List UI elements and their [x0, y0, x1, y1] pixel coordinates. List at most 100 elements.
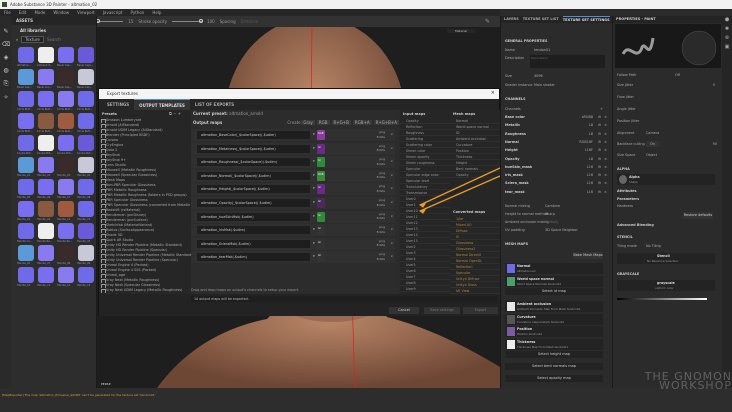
- tab-texture-set-list[interactable]: TEXTURE SET LIST: [523, 16, 559, 23]
- grayscale-card[interactable]: grayscale uniform color: [617, 280, 715, 291]
- channel-format[interactable]: L16: [587, 180, 593, 186]
- mesh-map-name: Position: [517, 327, 533, 331]
- channel-row[interactable]: Opacity L8 ⚙ ×: [505, 156, 609, 162]
- select-bent-map-button[interactable]: Select bent normals map: [505, 363, 603, 370]
- name-label: Name: [505, 48, 516, 52]
- mesh-map-source: Position tendon01: [517, 332, 543, 336]
- mesh-map-card[interactable]: Ambient occlusion Ambient Occlusion Map F…: [505, 301, 603, 312]
- channel-row[interactable]: Base color sRGB8 ⚙ ×: [505, 114, 609, 120]
- texture-set-name[interactable]: tendon01: [534, 47, 550, 53]
- normal-mixing-dropdown[interactable]: Combine: [545, 203, 560, 209]
- channel-row[interactable]: Sclera_mask L16 ⚙ ×: [505, 180, 609, 186]
- tiling-label: Tiling mode: [617, 244, 637, 248]
- size-dropdown[interactable]: 4096: [534, 73, 543, 79]
- mesh-map-card[interactable]: Normal altmation.exr: [505, 263, 603, 274]
- follow-path-toggle[interactable]: Off: [675, 72, 680, 78]
- select-height-map-button[interactable]: Select height map: [505, 351, 603, 358]
- hardness-label: Hardness: [617, 204, 633, 208]
- status-bar: [0, 388, 732, 412]
- alpha-label: ALPHA: [617, 167, 630, 171]
- remove-channel-icon[interactable]: ×: [604, 122, 607, 128]
- remove-channel-icon[interactable]: ×: [604, 114, 607, 120]
- attributes-section[interactable]: Attributes: [617, 189, 636, 193]
- channel-settings-icon[interactable]: ⚙: [598, 114, 601, 120]
- channel-row[interactable]: Roughness L8 ⚙ ×: [505, 131, 609, 137]
- mesh-map-card[interactable]: Thickness Thickness Map From Mesh tendon0…: [505, 338, 603, 350]
- channel-format[interactable]: RGB16F: [579, 139, 593, 145]
- add-channel-icon[interactable]: +: [600, 106, 603, 112]
- uv-padding-dropdown[interactable]: 3D Space Neighbor: [545, 227, 578, 233]
- channel-format[interactable]: L8: [589, 156, 593, 162]
- channel-settings-icon[interactable]: ⚙: [598, 147, 601, 153]
- h2n-dropdown[interactable]: Sharp: [545, 211, 555, 217]
- uv-padding-label: UV padding: [505, 228, 525, 232]
- remove-channel-icon[interactable]: ×: [604, 180, 607, 186]
- channel-row[interactable]: hueSkin_mask L16 ⚙ ×: [505, 164, 609, 170]
- channel-settings-icon[interactable]: ⚙: [598, 172, 601, 178]
- channel-format[interactable]: L16: [587, 172, 593, 178]
- restore-defaults-button[interactable]: Restore defaults: [683, 212, 713, 219]
- tab-layers[interactable]: LAYERS: [504, 16, 519, 23]
- remove-channel-icon[interactable]: ×: [604, 139, 607, 145]
- remove-channel-icon[interactable]: ×: [604, 156, 607, 162]
- mesh-map-thumbnail: [507, 264, 515, 273]
- channel-row[interactable]: Normal RGB16F ⚙ ×: [505, 139, 609, 145]
- remove-channel-icon[interactable]: ×: [604, 172, 607, 178]
- channel-row[interactable]: iris_mask L16 ⚙ ×: [505, 172, 609, 178]
- size-space-dropdown[interactable]: Object: [646, 152, 657, 158]
- channel-settings-icon[interactable]: ⚙: [598, 164, 601, 170]
- bake-mesh-maps-button[interactable]: Bake Mesh Maps: [573, 252, 603, 259]
- mesh-map-thumbnail: [507, 327, 515, 336]
- alpha-card[interactable]: Alpha Shape: [617, 174, 715, 185]
- channel-row[interactable]: tear_mask L16 ⚙ ×: [505, 189, 609, 195]
- channel-settings-icon[interactable]: ⚙: [598, 131, 601, 137]
- select-opacity-map-button[interactable]: Select opacity map: [505, 375, 603, 382]
- tiling-dropdown[interactable]: No Tiling: [646, 243, 661, 249]
- channel-settings-icon[interactable]: ⚙: [598, 189, 601, 195]
- shelf-icons[interactable]: ⬢ ✺ ⊗ ▣: [722, 16, 732, 52]
- channel-settings-icon[interactable]: ⚙: [598, 139, 601, 145]
- channel-row[interactable]: Metallic L8 ⚙ ×: [505, 122, 609, 128]
- advanced-blending-section[interactable]: Advanced Blending: [617, 223, 654, 227]
- channel-name: Height: [505, 148, 518, 153]
- channel-settings-icon[interactable]: ⚙: [598, 122, 601, 128]
- mesh-map-name: Thickness: [517, 339, 536, 344]
- mesh-map-source: Thickness Map From Mesh tendon01: [517, 344, 568, 349]
- parameters-section[interactable]: Parameters: [617, 197, 639, 201]
- shader-label: Shader instance: [505, 83, 533, 87]
- flow-jitter-label: Flow Jitter: [617, 95, 634, 99]
- ao-mixing-dropdown[interactable]: Multiply: [545, 219, 558, 225]
- channel-name: Base color: [505, 115, 525, 119]
- right-icon-strip: ⬢ ✺ ⊗ ▣: [722, 16, 732, 388]
- remove-channel-icon[interactable]: ×: [604, 147, 607, 153]
- backface-toggle[interactable]: On: [646, 141, 659, 147]
- remove-channel-icon[interactable]: ×: [604, 164, 607, 170]
- channel-row[interactable]: Height L16F ⚙ ×: [505, 147, 609, 153]
- channel-format[interactable]: L16: [587, 189, 593, 195]
- mesh-map-card[interactable]: Curvature Curvature (deprecated) tendon01: [505, 313, 603, 325]
- mesh-map-source: World Space Normals tendon01: [517, 281, 562, 286]
- channel-format[interactable]: sRGB8: [582, 114, 593, 120]
- stencil-card[interactable]: Stencil No Resource Selected: [617, 253, 715, 264]
- channel-format[interactable]: L16F: [585, 147, 593, 153]
- grayscale-slider[interactable]: [617, 298, 707, 300]
- select-id-map-button[interactable]: Select id map: [505, 288, 603, 295]
- position-jitter-label: Position Jitter: [617, 119, 640, 123]
- mesh-map-card[interactable]: Position Position tendon01: [505, 326, 603, 337]
- backface-value[interactable]: 90: [713, 141, 717, 147]
- channel-format[interactable]: L8: [589, 122, 593, 128]
- backface-label: Backface culling: [617, 142, 645, 146]
- description-field[interactable]: Description: [530, 55, 605, 68]
- channel-format[interactable]: L16: [587, 164, 593, 170]
- mesh-map-card[interactable]: World space normal World Space Normals te…: [505, 275, 603, 287]
- channel-format[interactable]: L8: [589, 131, 593, 137]
- remove-channel-icon[interactable]: ×: [604, 189, 607, 195]
- size-jitter-value[interactable]: 0: [713, 82, 715, 88]
- channel-settings-icon[interactable]: ⚙: [598, 180, 601, 186]
- shader-dropdown[interactable]: Main shader: [534, 82, 555, 88]
- channel-settings-icon[interactable]: ⚙: [598, 156, 601, 162]
- alignment-dropdown[interactable]: Camera: [646, 130, 659, 136]
- tab-texture-set-settings[interactable]: TEXTURE SET SETTINGS: [562, 16, 610, 23]
- remove-channel-icon[interactable]: ×: [604, 131, 607, 137]
- mesh-map-thumbnail: [507, 302, 515, 311]
